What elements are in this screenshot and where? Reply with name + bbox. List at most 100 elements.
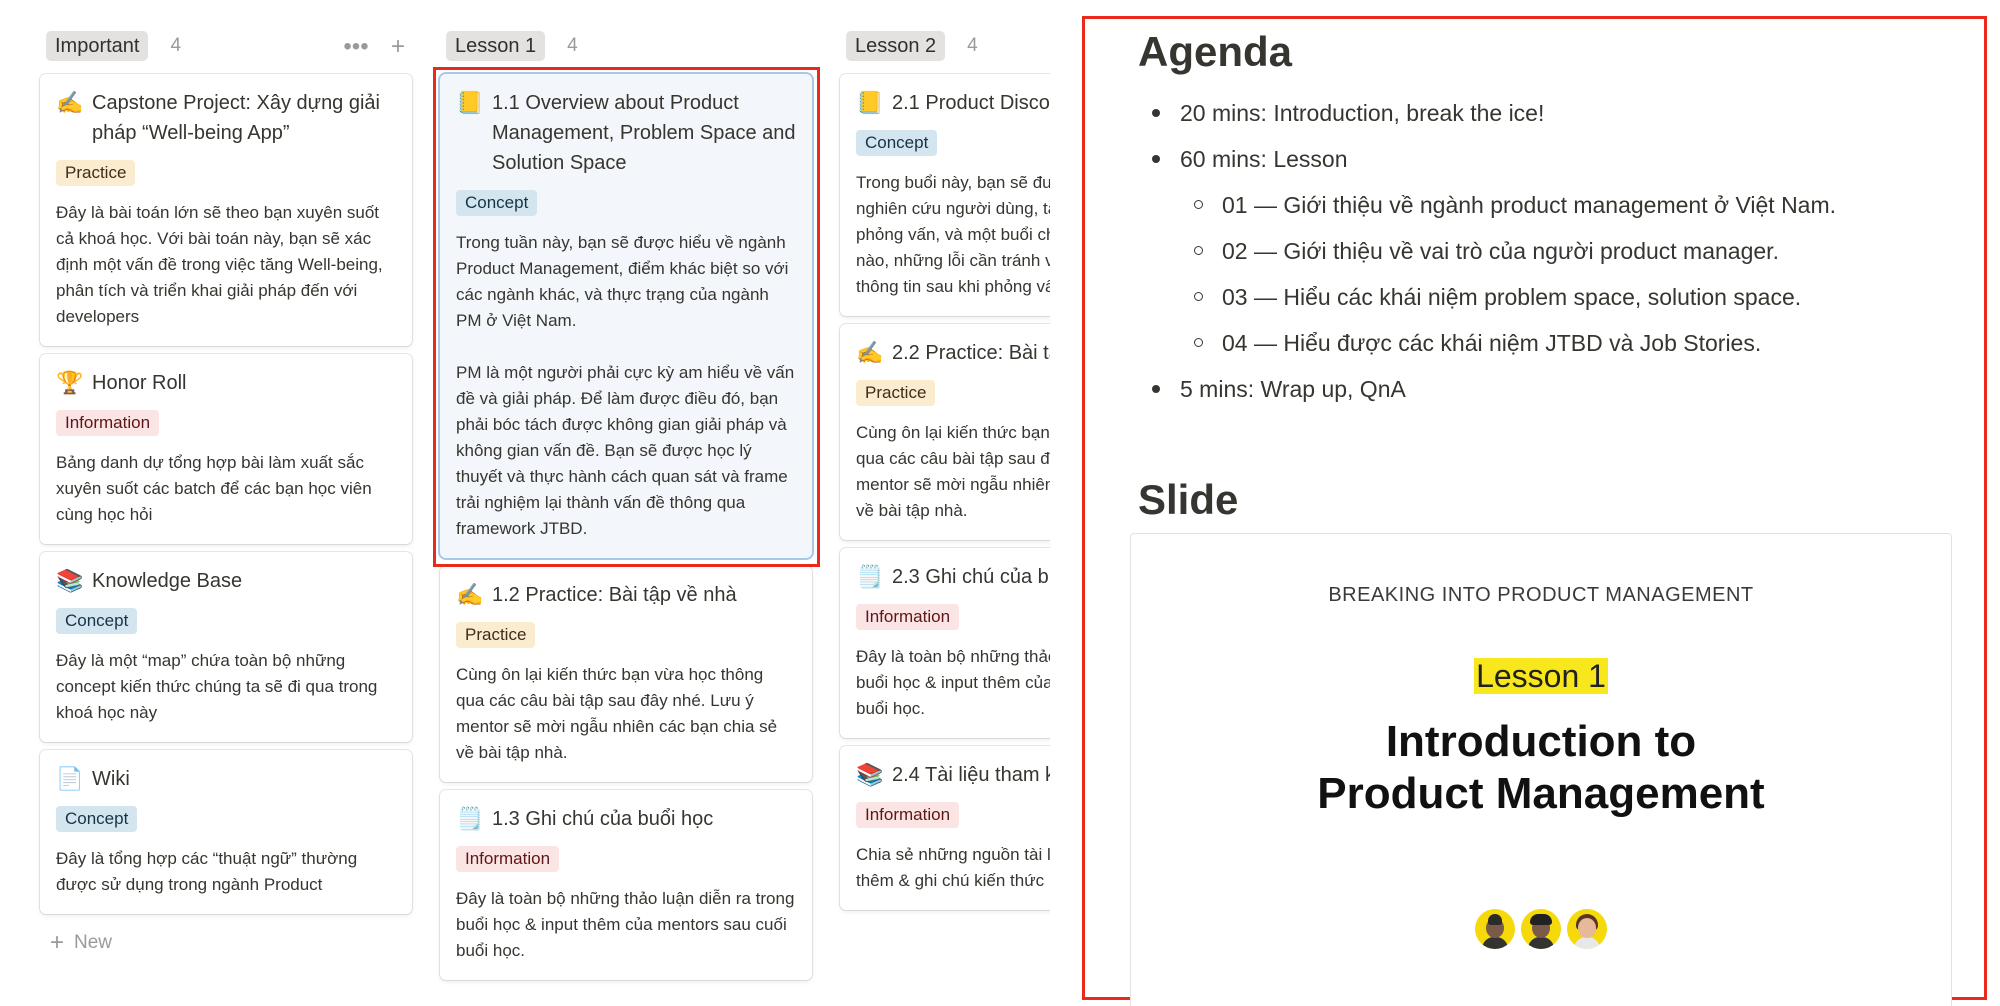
tag-concept: Concept (856, 130, 938, 156)
card-description: Bảng danh dự tổng hợp bài làm xuất sắc x… (56, 453, 372, 524)
tag-concept: Concept (56, 608, 138, 634)
avatar (1567, 909, 1607, 949)
card-list: 📒 1.1 Overview about Product Management,… (440, 74, 812, 980)
slide-heading: Slide (1138, 476, 1239, 523)
card-title: Wiki (92, 768, 130, 790)
slide-lesson-label: Lesson 1 (1131, 656, 1951, 696)
writing-hand-icon: ✍️ (856, 340, 884, 365)
card-description: Cùng ôn lại kiến thức bạn vừa học thông … (856, 423, 1050, 520)
card-lesson-1-1-overview[interactable]: 📒 1.1 Overview about Product Management,… (440, 74, 812, 558)
card-title: Capstone Project: Xây dựng giải pháp “We… (92, 92, 380, 144)
lesson-topics-list: 01 — Giới thiệu về ngành product managem… (1180, 182, 1968, 366)
avatar (1475, 909, 1515, 949)
card-honor-roll[interactable]: 🏆 Honor Roll Information Bảng danh dự tổ… (40, 354, 412, 544)
books-icon: 📚 (56, 568, 84, 593)
avatar (1521, 909, 1561, 949)
notebook-icon: 📒 (856, 90, 884, 115)
page-content: Agenda 20 mins: Introduction, break the … (1138, 22, 1968, 530)
card-title: Honor Roll (92, 372, 187, 394)
column-header: Lesson 2 4 (840, 28, 1050, 64)
column-important: Important 4 ••• + ✍️ Capstone Project: X… (40, 28, 412, 958)
card-title: Knowledge Base (92, 570, 243, 592)
agenda-list: 20 mins: Introduction, break the ice! 60… (1138, 90, 1968, 412)
card-description: Chia sẻ những nguồn tài liệu hữu ích để … (856, 845, 1050, 890)
card-description: Đây là một “map” chứa toàn bộ những conc… (56, 651, 378, 722)
tag-information: Information (856, 802, 960, 828)
card-lesson-1-2-practice[interactable]: ✍️ 1.2 Practice: Bài tập về nhà Practice… (440, 566, 812, 782)
card-lesson-2-4-references[interactable]: 📚 2.4 Tài liệu tham khảo Information Chi… (840, 746, 1050, 910)
card-description: Đây là bài toán lớn sẽ theo bạn xuyên su… (56, 203, 383, 326)
tag-practice: Practice (456, 622, 536, 648)
card-list: ✍️ Capstone Project: Xây dựng giải pháp … (40, 74, 412, 914)
lesson-topic: 03 — Hiểu các khái niệm problem space, s… (1180, 274, 1968, 320)
page-icon: 📄 (56, 766, 84, 791)
lesson-topic: 04 — Hiểu được các khái niệm JTBD và Job… (1180, 320, 1968, 366)
card-title: 2.4 Tài liệu tham khảo (892, 764, 1050, 786)
new-card-button[interactable]: + New (40, 928, 412, 958)
column-title[interactable]: Lesson 2 (846, 31, 946, 61)
card-wiki[interactable]: 📄 Wiki Concept Đây là tổng hợp các “thuậ… (40, 750, 412, 914)
card-title: 2.2 Practice: Bài tập về nhà (892, 342, 1050, 364)
tag-information: Information (856, 604, 960, 630)
column-header: Lesson 1 4 (440, 28, 812, 64)
card-lesson-2-1-interview[interactable]: 📒 2.1 Product Discovery Interview Concep… (840, 74, 1050, 316)
card-lesson-2-3-notes[interactable]: 🗒️ 2.3 Ghi chú của buổi học Information … (840, 548, 1050, 738)
column-header: Important 4 ••• + (40, 28, 412, 64)
tag-practice: Practice (56, 160, 136, 186)
column-lesson-1: Lesson 1 4 📒 1.1 Overview about Product … (440, 28, 812, 980)
card-description: Đây là toàn bộ những thảo luận diễn ra t… (456, 889, 795, 960)
lesson-topic: 02 — Giới thiệu về vai trò của người pro… (1180, 228, 1968, 274)
card-title: 1.2 Practice: Bài tập về nhà (492, 584, 737, 606)
column-title[interactable]: Lesson 1 (446, 31, 546, 61)
card-description: Trong tuần này, bạn sẽ được hiểu về ngàn… (456, 233, 795, 538)
slide-title-line-2: Product Management (1317, 769, 1765, 818)
notebook-icon: 📒 (456, 90, 484, 115)
writing-hand-icon: ✍️ (456, 582, 484, 607)
spiral-notepad-icon: 🗒️ (856, 564, 884, 589)
column-title[interactable]: Important (46, 31, 149, 61)
card-title: 1.1 Overview about Product Management, P… (492, 92, 796, 174)
slide-lesson-highlight: Lesson 1 (1474, 658, 1608, 694)
card-title: 1.3 Ghi chú của buổi học (492, 808, 714, 830)
lesson-topic: 01 — Giới thiệu về ngành product managem… (1180, 182, 1968, 228)
tag-concept: Concept (456, 190, 538, 216)
agenda-item-text: 60 mins: Lesson (1180, 146, 1348, 172)
slide-kicker: BREAKING INTO PRODUCT MANAGEMENT (1328, 584, 1754, 606)
card-description: Đây là toàn bộ những thảo luận diễn ra t… (856, 647, 1050, 718)
card-knowledge-base[interactable]: 📚 Knowledge Base Concept Đây là một “map… (40, 552, 412, 742)
writing-hand-icon: ✍️ (56, 90, 84, 115)
card-list: 📒 2.1 Product Discovery Interview Concep… (840, 74, 1050, 910)
spiral-notepad-icon: 🗒️ (456, 806, 484, 831)
mentor-avatars (1131, 909, 1951, 949)
card-lesson-1-3-notes[interactable]: 🗒️ 1.3 Ghi chú của buổi học Information … (440, 790, 812, 980)
agenda-item: 60 mins: Lesson 01 — Giới thiệu về ngành… (1138, 136, 1968, 366)
column-count: 4 (967, 35, 978, 56)
card-description: Đây là tổng hợp các “thuật ngữ” thường đ… (56, 849, 358, 894)
card-title: 2.3 Ghi chú của buổi học (892, 566, 1050, 588)
tag-information: Information (56, 410, 160, 436)
card-capstone-project[interactable]: ✍️ Capstone Project: Xây dựng giải pháp … (40, 74, 412, 346)
plus-icon: + (50, 929, 65, 956)
card-description: Trong buổi này, bạn sẽ được hiểu về việc… (856, 173, 1050, 296)
trophy-icon: 🏆 (56, 370, 84, 395)
kanban-board: Important 4 ••• + ✍️ Capstone Project: X… (0, 0, 1050, 1006)
slide-title: Introduction to Product Management (1131, 716, 1951, 820)
slide-title-line-1: Introduction to (1385, 717, 1697, 766)
column-lesson-2: Lesson 2 4 📒 2.1 Product Discovery Inter… (840, 28, 1050, 910)
agenda-item: 5 mins: Wrap up, QnA (1138, 366, 1968, 412)
tag-information: Information (456, 846, 560, 872)
more-options-icon[interactable]: ••• (342, 33, 370, 61)
agenda-item: 20 mins: Introduction, break the ice! (1138, 90, 1968, 136)
card-description: Cùng ôn lại kiến thức bạn vừa học thông … (456, 665, 778, 762)
card-lesson-2-2-practice[interactable]: ✍️ 2.2 Practice: Bài tập về nhà Practice… (840, 324, 1050, 540)
column-actions: ••• + (342, 33, 412, 61)
column-count: 4 (170, 35, 182, 56)
column-count: 4 (567, 35, 578, 56)
tag-practice: Practice (856, 380, 936, 406)
slide-embed[interactable]: BREAKING INTO PRODUCT MANAGEMENT Lesson … (1130, 533, 1952, 1006)
tag-concept: Concept (56, 806, 138, 832)
add-card-icon[interactable]: + (384, 33, 412, 61)
agenda-heading: Agenda (1138, 28, 1293, 75)
card-title: 2.1 Product Discovery Interview (892, 92, 1050, 114)
books-icon: 📚 (856, 762, 884, 787)
